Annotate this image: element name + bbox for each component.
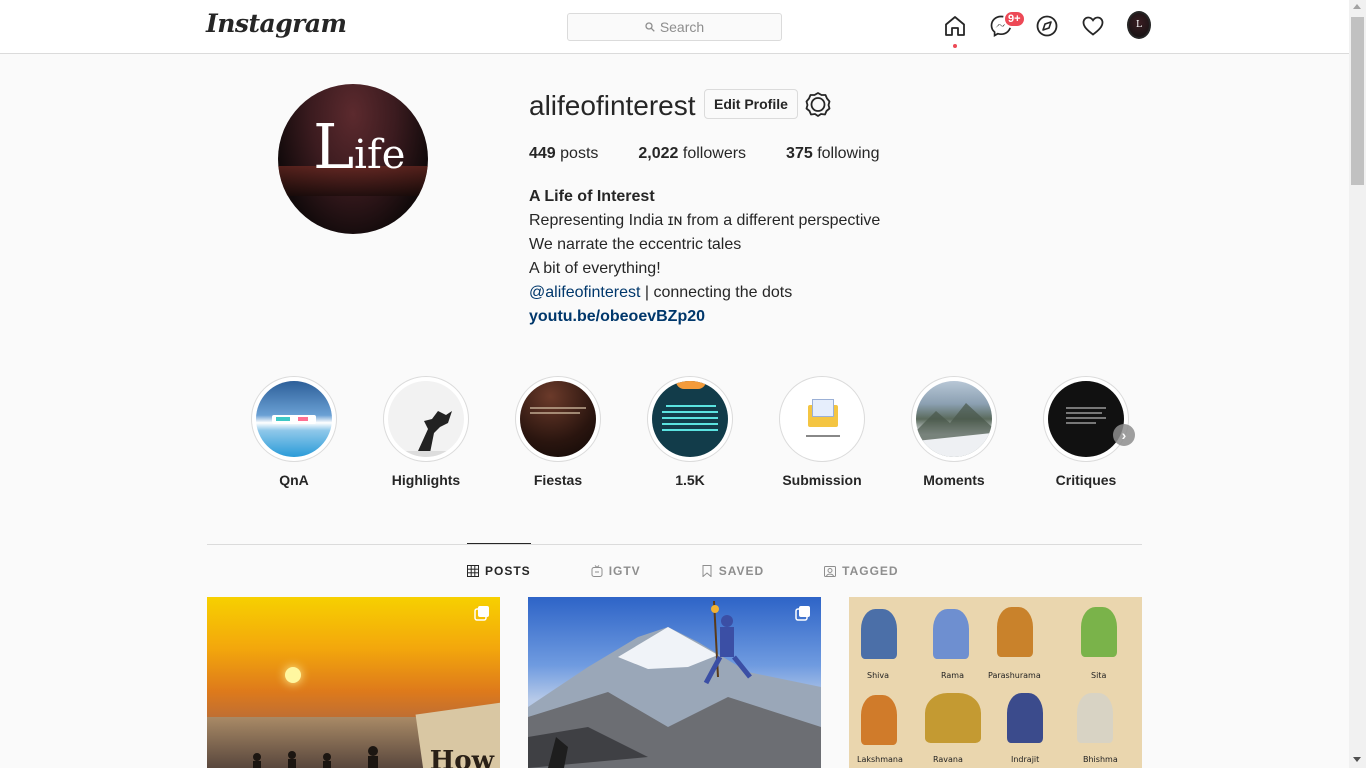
post-thumbnail[interactable]: Shiva Rama Parashurama Sita Lakshmana Ra… [849,597,1142,768]
carousel-icon [474,606,489,621]
post-caption: Ravana [933,755,963,764]
carousel-icon [795,606,810,621]
post-caption: Shiva [867,671,890,680]
scroll-up-arrow[interactable] [1353,4,1361,9]
post-figure [1007,693,1043,743]
post-caption: Indrajit [1011,755,1040,764]
highlight-qna[interactable]: QnA [251,376,337,488]
highlight-label: QnA [279,472,309,488]
post-image-text: How [429,746,494,768]
profile-username: alifeofinterest [529,90,696,121]
active-indicator-dot [953,44,957,48]
highlight-label: Fiestas [533,472,583,488]
highlight-label: 1.5K [675,472,705,488]
profile-avatar[interactable]: Life [278,84,428,234]
messages-button[interactable]: 9+ [989,10,1026,38]
instagram-logo[interactable]: Instagram [206,9,347,38]
bio-mention-link[interactable]: @alifeofinterest [529,284,640,301]
home-button[interactable] [943,14,967,48]
profile-stats: 449 posts 2,022 followers 375 following [529,145,919,163]
highlight-moments[interactable]: Moments [911,376,997,488]
highlight-label: Moments [923,472,985,488]
post-caption: Sita [1091,671,1107,680]
bio-line: @alifeofinterest | connecting the dots [529,284,793,301]
highlight-label: Highlights [391,472,461,488]
post-caption: Bhishma [1083,755,1118,764]
bio-line: We narrate the eccentric tales [529,236,742,253]
activity-button[interactable] [1081,14,1105,38]
highlight-1-5k[interactable]: 1.5K [647,376,733,488]
tab-posts[interactable]: POSTS [467,543,531,598]
highlight-label: Submission [782,472,862,488]
tab-saved[interactable]: SAVED [701,544,764,598]
post-figure [997,607,1033,657]
bio-line: Representing India ɪɴ from a different p… [529,212,881,229]
stat-followers[interactable]: 2,022 followers [638,145,746,163]
profile-bio: A Life of Interest Representing India ɪɴ… [529,185,880,329]
scroll-thumb[interactable] [1351,17,1364,185]
highlight-fiestas[interactable]: Fiestas [515,376,601,488]
tab-tagged[interactable]: TAGGED [824,544,898,598]
explore-button[interactable] [1035,14,1059,38]
highlight-highlights[interactable]: Highlights [383,376,469,488]
avatar-logo-text: Life [313,110,406,183]
igtv-icon [591,565,603,577]
bookmark-icon [702,565,712,577]
search-icon [645,22,655,32]
messages-badge: 9+ [1003,10,1026,28]
bio-website-link[interactable]: youtu.be/obeoevBZp20 [529,305,880,329]
post-figure [861,609,897,659]
post-image-sun [285,667,301,683]
nav-icons: 9+ L [943,10,1151,48]
bio-line: A bit of everything! [529,260,661,277]
post-figure [933,609,969,659]
highlight-label: Critiques [1055,472,1117,488]
post-thumbnail[interactable]: How [207,597,500,768]
grid-icon [467,565,479,577]
chevron-right-icon: › [1121,427,1127,443]
post-image-silhouettes [253,746,378,768]
post-caption: Lakshmana [857,755,903,764]
post-figure [1081,607,1117,657]
tab-igtv[interactable]: IGTV [591,544,641,598]
tag-icon [824,566,837,577]
stat-posts: 449 posts [529,145,599,162]
home-icon [945,16,965,36]
post-caption: Rama [941,671,964,680]
stat-following[interactable]: 375 following [786,145,879,163]
profile-tabs: POSTS IGTV SAVED TAGGED [467,543,959,598]
settings-gear-icon[interactable] [805,91,831,117]
post-figure [925,693,981,743]
compass-icon [1036,15,1058,37]
page-scrollbar[interactable] [1349,0,1366,768]
post-image-mountain [528,600,821,768]
post-thumbnail[interactable] [528,597,821,768]
bio-name: A Life of Interest [529,188,655,205]
profile-menu-button[interactable]: L [1127,11,1151,39]
post-caption: Parashurama [988,671,1041,680]
heart-icon [1082,16,1104,36]
post-figure [1077,693,1113,743]
highlight-submission[interactable]: Submission [779,376,865,488]
search-input[interactable]: Search [567,13,782,41]
scroll-down-arrow[interactable] [1353,757,1361,762]
edit-profile-button[interactable]: Edit Profile [704,89,798,119]
nav-avatar: L [1127,11,1151,39]
highlights-next-button[interactable]: › [1113,424,1135,446]
post-figure [861,695,897,745]
search-placeholder: Search [659,19,705,35]
top-nav-bar: Instagram Search 9+ L [0,0,1349,54]
